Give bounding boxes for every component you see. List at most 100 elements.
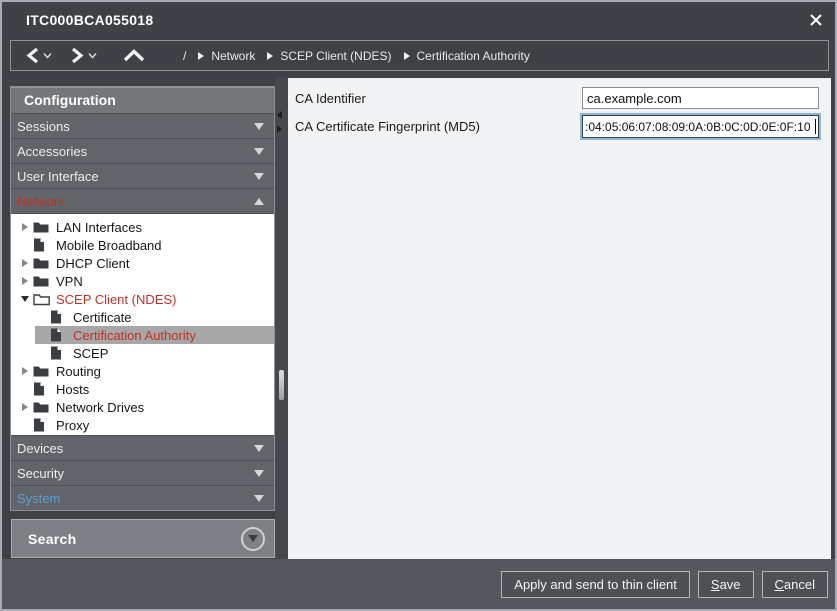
- folder-open-icon: [33, 293, 50, 306]
- chevron-down-icon: [254, 123, 264, 130]
- titlebar: ITC000BCA055018: [2, 2, 835, 38]
- navigation-bar: / Network SCEP Client (NDES) Certificati…: [10, 40, 829, 71]
- tree-item-hosts[interactable]: Hosts: [11, 380, 274, 398]
- breadcrumb-item-network[interactable]: Network: [211, 49, 255, 63]
- footer-bar: Apply and send to thin client Save Cance…: [2, 559, 835, 609]
- tree-item-scep-client-ndes[interactable]: SCEP Client (NDES): [11, 290, 274, 308]
- tree-expand-icon[interactable]: [16, 259, 33, 267]
- collapse-right-icon[interactable]: [277, 125, 282, 133]
- chevron-down-icon: [254, 445, 264, 452]
- section-label: Devices: [17, 441, 254, 456]
- document-icon: [33, 238, 50, 252]
- network-tree: LAN Interfaces Mobile Broadband DHCP Cli…: [11, 214, 274, 435]
- document-icon: [50, 346, 67, 360]
- search-section[interactable]: Search: [11, 519, 275, 558]
- sidebar: Configuration Sessions Accessories User …: [10, 86, 275, 560]
- chevron-down-icon: [254, 470, 264, 477]
- tree-item-vpn[interactable]: VPN: [11, 272, 274, 290]
- tree-item-label: VPN: [56, 274, 83, 289]
- ca-fingerprint-label: CA Certificate Fingerprint (MD5): [295, 119, 480, 134]
- save-button[interactable]: Save: [698, 571, 754, 598]
- document-icon: [50, 310, 67, 324]
- sidebar-section-security[interactable]: Security: [11, 460, 274, 485]
- back-dropdown-icon[interactable]: [43, 52, 52, 59]
- collapse-left-icon[interactable]: [277, 111, 282, 119]
- sidebar-section-network[interactable]: Network: [11, 189, 274, 214]
- back-button[interactable]: [25, 47, 40, 64]
- tree-expand-icon[interactable]: [16, 277, 33, 285]
- ca-fingerprint-input[interactable]: [582, 115, 819, 138]
- text-cursor: [815, 119, 816, 134]
- section-label: Accessories: [17, 144, 254, 159]
- ca-identifier-input[interactable]: [582, 87, 819, 109]
- tree-item-label: Certificate: [73, 310, 132, 325]
- chevron-down-icon: [254, 173, 264, 180]
- tree-item-routing[interactable]: Routing: [11, 362, 274, 380]
- configuration-header: Configuration: [11, 87, 274, 114]
- splitter-handle[interactable]: [279, 370, 284, 400]
- document-icon: [33, 418, 50, 432]
- section-label: System: [17, 491, 254, 506]
- window-title: ITC000BCA055018: [26, 12, 153, 28]
- tree-item-label: Hosts: [56, 382, 89, 397]
- breadcrumb-separator-icon: [404, 52, 410, 60]
- ca-identifier-label: CA Identifier: [295, 91, 366, 106]
- tree-item-label: Certification Authority: [73, 328, 196, 343]
- folder-icon: [33, 275, 50, 288]
- folder-icon: [33, 257, 50, 270]
- sidebar-section-system[interactable]: System: [11, 485, 274, 510]
- breadcrumb-separator-icon: [198, 52, 204, 60]
- sidebar-section-accessories[interactable]: Accessories: [11, 139, 274, 164]
- configuration-panel: Configuration Sessions Accessories User …: [10, 86, 275, 511]
- tree-item-certificate[interactable]: Certificate: [11, 308, 274, 326]
- up-button[interactable]: [123, 49, 145, 62]
- close-icon[interactable]: [807, 11, 825, 29]
- tree-expand-icon[interactable]: [16, 367, 33, 375]
- panel-splitter[interactable]: [275, 78, 288, 560]
- tree-item-label: LAN Interfaces: [56, 220, 142, 235]
- section-label: Network: [17, 194, 254, 209]
- tree-item-scep[interactable]: SCEP: [11, 344, 274, 362]
- tree-expand-icon[interactable]: [16, 223, 33, 231]
- tree-item-label: DHCP Client: [56, 256, 129, 271]
- tree-item-certification-authority[interactable]: Certification Authority: [11, 326, 274, 344]
- sidebar-section-devices[interactable]: Devices: [11, 435, 274, 460]
- tree-expand-icon[interactable]: [16, 403, 33, 411]
- sidebar-section-user-interface[interactable]: User Interface: [11, 164, 274, 189]
- tree-item-network-drives[interactable]: Network Drives: [11, 398, 274, 416]
- sidebar-section-sessions[interactable]: Sessions: [11, 114, 274, 139]
- cancel-mnemonic: C: [775, 577, 784, 592]
- tree-item-mobile-broadband[interactable]: Mobile Broadband: [11, 236, 274, 254]
- document-icon: [50, 328, 67, 342]
- folder-icon: [33, 365, 50, 378]
- tree-item-proxy[interactable]: Proxy: [11, 416, 274, 434]
- config-dialog-window: ITC000BCA055018 / Network SCEP Client (N…: [0, 0, 837, 611]
- chevron-down-icon: [254, 495, 264, 502]
- apply-and-send-button[interactable]: Apply and send to thin client: [501, 571, 690, 598]
- breadcrumb-item-scep-client[interactable]: SCEP Client (NDES): [280, 49, 391, 63]
- breadcrumb-item-certification-authority[interactable]: Certification Authority: [417, 49, 530, 63]
- section-label: User Interface: [17, 169, 254, 184]
- tree-collapse-icon[interactable]: [16, 296, 33, 302]
- breadcrumb-root[interactable]: /: [183, 49, 186, 63]
- tree-item-label: SCEP: [73, 346, 108, 361]
- tree-item-label: Network Drives: [56, 400, 144, 415]
- settings-panel: CA Identifier CA Certificate Fingerprint…: [288, 78, 831, 560]
- ca-fingerprint-field-focused: [580, 113, 821, 140]
- tree-item-lan-interfaces[interactable]: LAN Interfaces: [11, 218, 274, 236]
- cancel-button[interactable]: Cancel: [762, 571, 828, 598]
- forward-button[interactable]: [70, 47, 85, 64]
- save-label-rest: ave: [720, 577, 741, 592]
- tree-item-label: Routing: [56, 364, 101, 379]
- section-label: Security: [17, 466, 254, 481]
- tree-item-dhcp-client[interactable]: DHCP Client: [11, 254, 274, 272]
- search-label: Search: [28, 531, 241, 547]
- chevron-down-icon: [254, 148, 264, 155]
- folder-icon: [33, 221, 50, 234]
- forward-dropdown-icon[interactable]: [88, 52, 97, 59]
- tree-item-label: Proxy: [56, 418, 89, 433]
- search-chevron-icon[interactable]: [241, 527, 265, 551]
- tree-item-label: SCEP Client (NDES): [56, 292, 176, 307]
- folder-icon: [33, 401, 50, 414]
- breadcrumb-separator-icon: [267, 52, 273, 60]
